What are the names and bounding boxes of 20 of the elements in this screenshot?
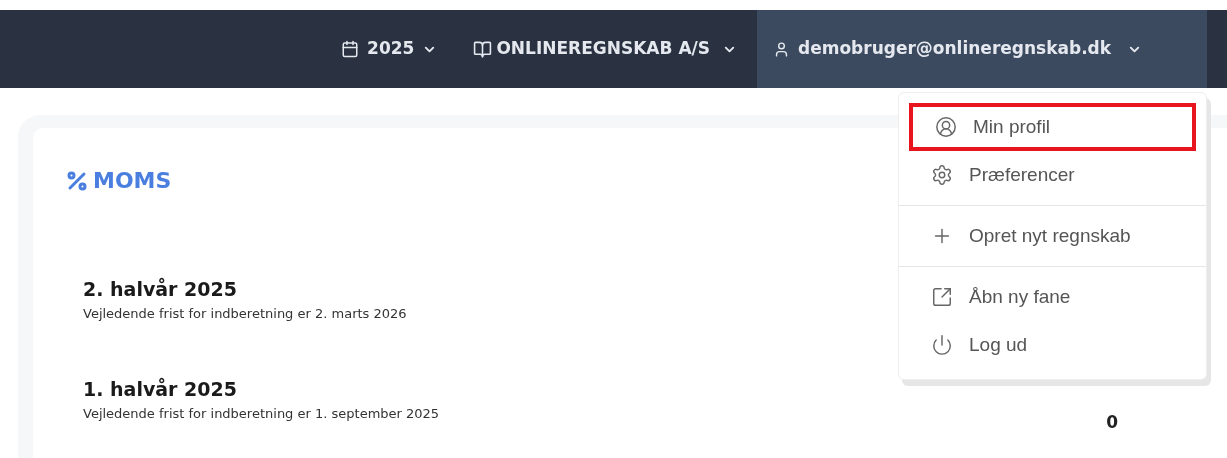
- card-title: MOMS: [93, 167, 172, 195]
- external-link-icon: [931, 286, 953, 308]
- book-icon: [473, 39, 493, 59]
- period-title: 2. halvår 2025: [83, 277, 238, 302]
- menu-item[interactable]: Min profil: [909, 103, 1196, 151]
- amount-value: 0: [1106, 410, 1118, 434]
- period-title: 1. halvår 2025: [83, 377, 238, 402]
- calendar-icon: [341, 40, 360, 58]
- menu-item[interactable]: Opret nyt regnskab: [909, 212, 1196, 260]
- deadline-text: Vejledende frist for indberetning er 1. september 2025: [83, 404, 440, 423]
- user-icon: [773, 40, 790, 58]
- company-dropdown[interactable]: ONLINEREGNSKAB A/S: [453, 10, 757, 88]
- year-dropdown[interactable]: 2025: [325, 10, 454, 88]
- power-icon: [931, 334, 953, 356]
- deadline-text: Vejledende frist for indberetning er 2. marts 2026: [83, 304, 407, 323]
- menu-item[interactable]: Åbn ny fane: [909, 273, 1196, 321]
- user-circle-icon: [935, 116, 957, 138]
- menu-item[interactable]: Præferencer: [909, 151, 1196, 199]
- user-dropdown[interactable]: demobruger@onlineregnskab.dk: [757, 10, 1207, 88]
- menu-item[interactable]: Log ud: [909, 321, 1196, 369]
